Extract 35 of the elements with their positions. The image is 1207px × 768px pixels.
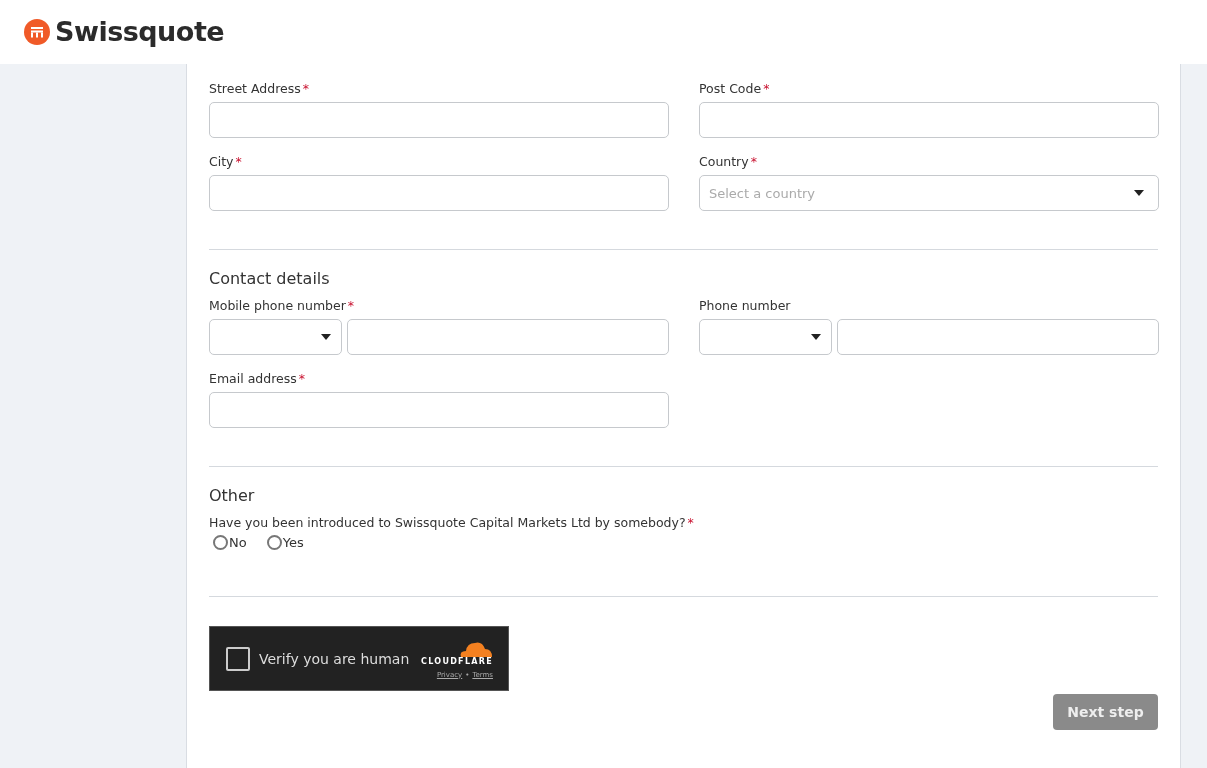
checkbox[interactable] — [226, 646, 250, 671]
required-asterisk: * — [687, 514, 694, 531]
required-asterisk: * — [750, 153, 757, 170]
text-field[interactable] — [699, 102, 1159, 138]
text-field[interactable] — [209, 175, 669, 211]
field-label: Phone number — [699, 297, 791, 314]
field-label: Street Address — [209, 80, 301, 97]
phone-field[interactable] — [347, 319, 669, 355]
logo-icon — [24, 18, 50, 45]
phone-field[interactable] — [837, 319, 1159, 355]
field-label: Post Code — [699, 80, 762, 97]
required-asterisk: * — [347, 297, 355, 314]
country-code-select[interactable] — [699, 319, 832, 355]
caret-icon — [321, 334, 331, 340]
required-asterisk: * — [763, 80, 770, 97]
required-asterisk: * — [235, 153, 242, 170]
section-heading: Other — [209, 485, 256, 507]
required-asterisk: * — [302, 80, 309, 97]
field-label: Mobile phone number — [209, 297, 346, 314]
text-field[interactable] — [209, 102, 669, 138]
radio-option[interactable]: Yes — [266, 535, 304, 550]
field-label: Email address — [209, 370, 297, 387]
logo-text: Swissquote — [55, 16, 225, 47]
captcha-label: Verify you are human — [259, 650, 411, 667]
section-heading: Contact details — [209, 268, 331, 290]
text-field[interactable] — [209, 392, 669, 428]
brand-name: CLOUDFLARE — [421, 656, 493, 666]
country-code-select[interactable] — [209, 319, 342, 355]
required-asterisk: * — [298, 370, 305, 387]
field-label: Country — [699, 153, 749, 170]
radio-option[interactable]: No — [213, 535, 247, 550]
question-label: Have you been introduced to Swissquote Capital Markets Ltd by somebody? — [209, 514, 686, 531]
field-label: City — [209, 153, 234, 170]
caret-icon — [1134, 190, 1144, 196]
caret-icon — [811, 334, 821, 340]
